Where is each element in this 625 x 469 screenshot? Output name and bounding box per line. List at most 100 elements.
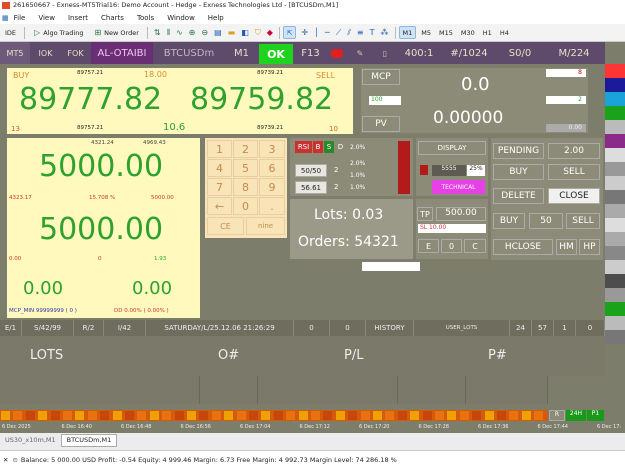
rsi-button[interactable]: RSI	[295, 141, 312, 153]
vertical-line-icon[interactable]: │	[314, 28, 319, 37]
swatch[interactable]	[605, 176, 625, 190]
pv-button[interactable]: PV	[362, 116, 400, 132]
swatch[interactable]	[605, 148, 625, 162]
swatch[interactable]	[605, 120, 625, 134]
zero-button[interactable]: 0	[441, 239, 462, 253]
ide-button[interactable]: IDE	[2, 26, 19, 39]
tf-h4[interactable]: H4	[497, 26, 512, 39]
key-8[interactable]: 8	[233, 178, 258, 196]
key-4[interactable]: 4	[207, 159, 232, 177]
quantity-field[interactable]: 50	[529, 213, 563, 229]
swatch[interactable]	[605, 232, 625, 246]
crosshair-icon[interactable]: ✛	[301, 28, 308, 37]
key-ce[interactable]: CE	[207, 217, 244, 235]
collapse-icon[interactable]: ⊝	[12, 456, 17, 464]
key-nine-word[interactable]: nine	[246, 217, 285, 235]
key-dot[interactable]: .	[259, 197, 285, 215]
tf-m1[interactable]: M1	[398, 26, 417, 39]
buy-pending-button[interactable]: BUY	[493, 164, 544, 180]
swatch[interactable]	[605, 106, 625, 120]
close-icon[interactable]: ✕	[3, 456, 8, 464]
menu-view[interactable]: View	[38, 14, 55, 22]
swatch[interactable]	[605, 316, 625, 330]
menu-tools[interactable]: Tools	[137, 14, 154, 22]
hm-button[interactable]: HM	[556, 239, 577, 255]
menu-window[interactable]: Window	[167, 14, 195, 22]
swatch[interactable]	[605, 218, 625, 232]
key-1[interactable]: 1	[207, 140, 232, 158]
technical-button[interactable]: TECHNICAL	[432, 180, 485, 194]
swatch[interactable]	[605, 162, 625, 176]
pen-icon[interactable]: ✎	[349, 42, 371, 64]
swatch[interactable]	[605, 274, 625, 288]
tp-button[interactable]: TP	[417, 207, 433, 221]
tab-btcusd[interactable]: BTCUSDm,M1	[60, 433, 118, 447]
fibonacci-icon[interactable]: ≡	[357, 28, 364, 37]
c-button[interactable]: C	[464, 239, 486, 253]
swatch[interactable]	[605, 302, 625, 316]
horizontal-line-icon[interactable]: ─	[325, 28, 330, 37]
key-5[interactable]: 5	[233, 159, 258, 177]
chat-icon[interactable]	[327, 42, 347, 64]
menu-insert[interactable]: Insert	[68, 14, 88, 22]
f13-button[interactable]: F13	[295, 42, 326, 64]
hp-button[interactable]: HP	[579, 239, 600, 255]
line-chart-icon[interactable]: ∿	[176, 28, 183, 37]
user-lots-button[interactable]: USER_LOTS	[414, 320, 510, 336]
objects-icon[interactable]: ⁂	[381, 28, 389, 37]
pending-button[interactable]: PENDING	[493, 143, 544, 159]
iok-button[interactable]: IOK	[31, 42, 60, 64]
b-button[interactable]: B	[313, 141, 323, 153]
swatch[interactable]	[605, 64, 625, 78]
key-6[interactable]: 6	[259, 159, 285, 177]
channel-icon[interactable]: ⫽	[347, 28, 351, 38]
sell-price[interactable]: 89759.82	[190, 82, 333, 117]
tf-m15[interactable]: M15	[436, 26, 456, 39]
key-7[interactable]: 7	[207, 178, 232, 196]
swatch[interactable]	[605, 260, 625, 274]
sell-button[interactable]: SELL	[566, 213, 600, 229]
swatch[interactable]	[605, 204, 625, 218]
trade-arrows-icon[interactable]: ⇅	[154, 28, 161, 37]
new-order-button[interactable]: ⊞ New Order	[88, 26, 141, 39]
p1-button[interactable]: P1	[587, 410, 604, 421]
mt5-button[interactable]: MT5	[0, 42, 30, 64]
buy-price[interactable]: 89777.82	[19, 82, 162, 117]
swatch[interactable]	[605, 78, 625, 92]
template-icon[interactable]: ◧	[241, 28, 249, 37]
tab-us30[interactable]: US30_x10m,M1	[0, 436, 61, 444]
tf-m30[interactable]: M30	[458, 26, 478, 39]
close-button[interactable]: CLOSE	[548, 188, 600, 204]
ratio-button[interactable]: 50/50	[295, 164, 327, 177]
key-backspace[interactable]: ←	[207, 197, 232, 215]
algo-trading-button[interactable]: ▷ Algo Trading	[28, 26, 86, 39]
swatch[interactable]	[605, 288, 625, 302]
color-palette[interactable]	[605, 64, 625, 364]
swatch[interactable]	[605, 92, 625, 106]
tf-h1[interactable]: H1	[480, 26, 495, 39]
d-button[interactable]: D	[335, 141, 346, 153]
pending-value[interactable]: 2.00	[548, 143, 600, 159]
key-3[interactable]: 3	[259, 140, 285, 158]
grid-icon[interactable]: ▤	[214, 28, 222, 37]
sl-value[interactable]: SL 10.00	[418, 224, 486, 233]
folder-icon[interactable]: ▬	[228, 28, 236, 37]
menu-file[interactable]: File	[14, 14, 26, 22]
mcp-button[interactable]: MCP	[362, 69, 400, 85]
e-button[interactable]: E	[418, 239, 439, 253]
lock-icon[interactable]: ⛉	[255, 28, 261, 38]
display-button[interactable]: DISPLAY	[418, 141, 486, 155]
shapes-icon[interactable]: ◆	[267, 28, 273, 37]
zoom-in-icon[interactable]: ⊕	[189, 28, 196, 37]
sell-pending-button[interactable]: SELL	[548, 164, 600, 180]
buy-button[interactable]: BUY	[493, 213, 525, 229]
hclose-button[interactable]: HCLOSE	[493, 239, 553, 255]
bars-icon[interactable]: ⫴	[167, 28, 170, 38]
zoom-out-icon[interactable]: ⊖	[201, 28, 208, 37]
menu-charts[interactable]: Charts	[101, 14, 124, 22]
menu-help[interactable]: Help	[208, 14, 224, 22]
fok-button[interactable]: FOK	[61, 42, 90, 64]
history-button[interactable]: HISTORY	[366, 320, 414, 336]
key-2[interactable]: 2	[233, 140, 258, 158]
marker-icon[interactable]: ▯	[373, 42, 397, 64]
